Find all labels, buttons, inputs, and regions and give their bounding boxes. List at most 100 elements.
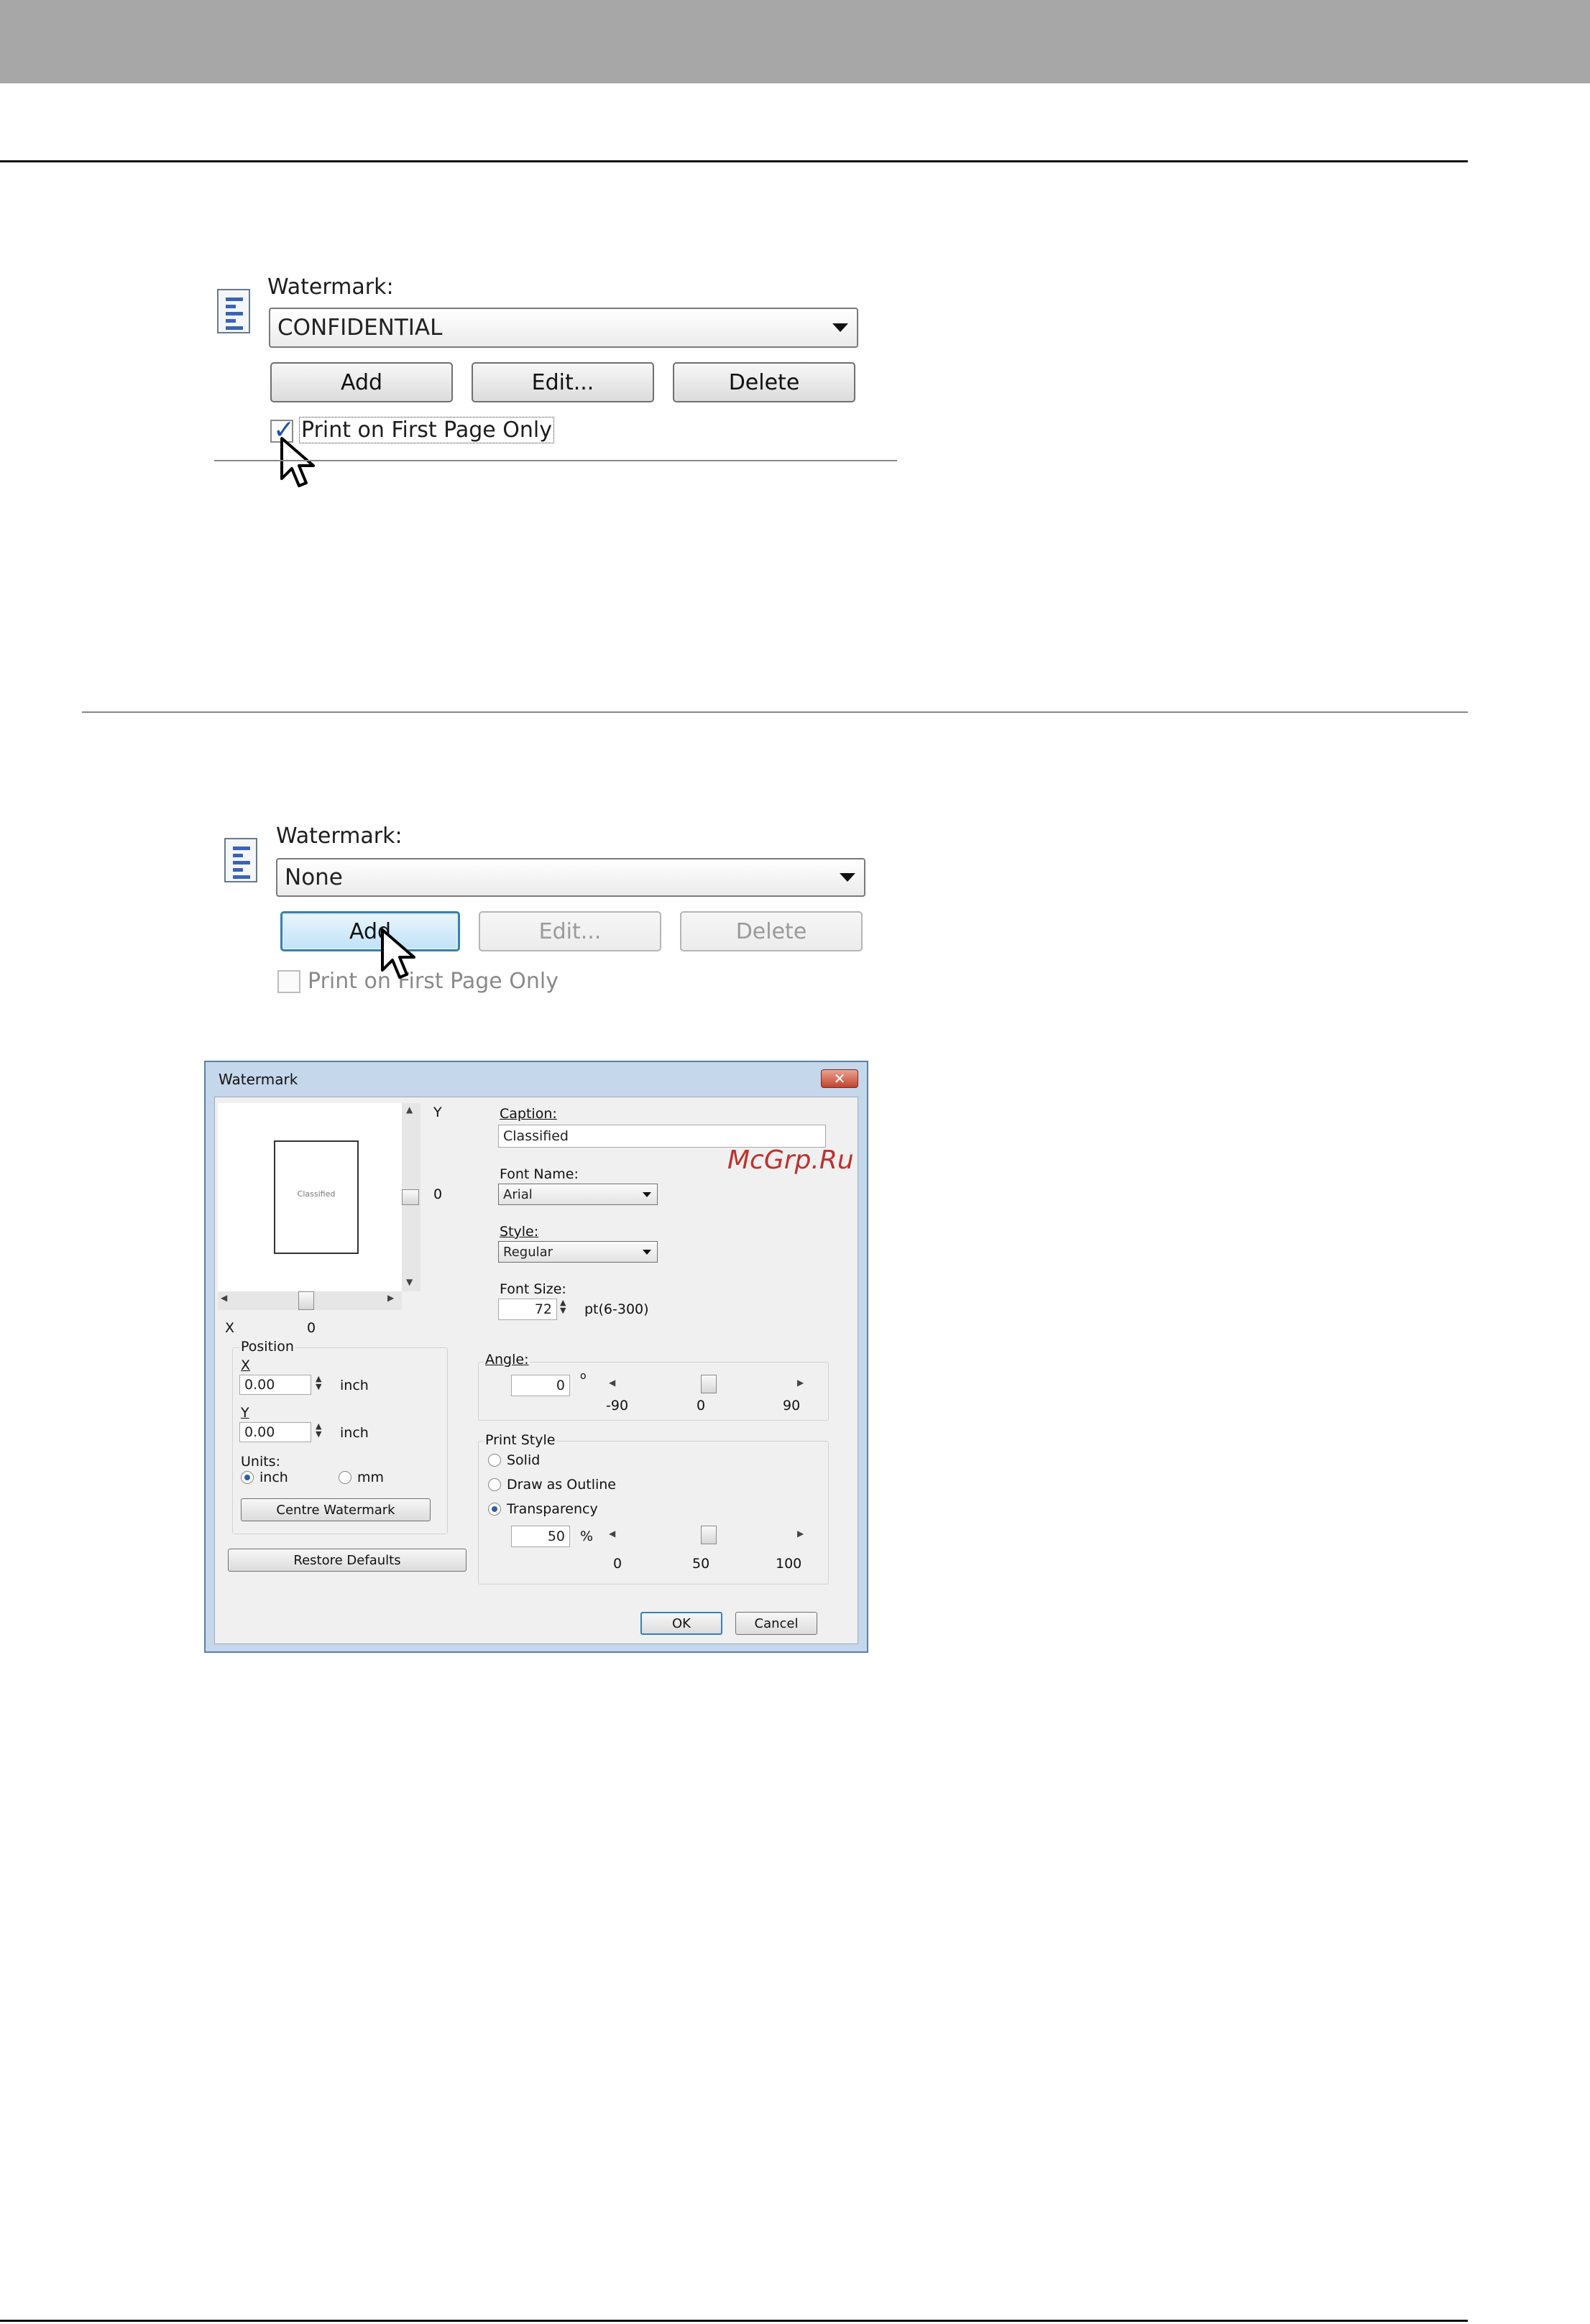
preview-caption: Classified xyxy=(297,1189,336,1199)
panel-1-bottom-rule xyxy=(214,460,897,461)
y-value: 0 xyxy=(433,1186,443,1202)
cancel-button[interactable]: Cancel xyxy=(735,1612,817,1635)
close-button[interactable]: ✕ xyxy=(821,1069,858,1088)
solid-label: Solid xyxy=(507,1452,541,1468)
units-label: Units: xyxy=(241,1454,280,1470)
angle-min-label: -90 xyxy=(606,1398,629,1414)
watermark-panel-2: Watermark: None Add Edit... Delete Print… xyxy=(223,822,913,1009)
centre-watermark-button[interactable]: Centre Watermark xyxy=(241,1498,431,1521)
first-page-checkbox-label[interactable]: Print on First Page Only xyxy=(308,969,559,994)
watermark-select[interactable]: None xyxy=(276,858,865,897)
watermark-select-value: None xyxy=(285,864,343,890)
site-watermark: McGrp.Ru xyxy=(727,1145,854,1175)
transparency-min-label: 0 xyxy=(613,1556,622,1572)
delete-button[interactable]: Delete xyxy=(673,362,855,402)
angle-label: Angle: xyxy=(484,1352,530,1368)
caption-label: Caption: xyxy=(500,1106,557,1122)
position-group-label: Position xyxy=(239,1339,295,1355)
transparency-mid-label: 50 xyxy=(692,1556,710,1572)
arrow-right-icon[interactable]: ▶ xyxy=(797,1378,804,1388)
transparency-slider[interactable]: ◀ ▶ xyxy=(609,1526,807,1546)
chevron-down-icon[interactable] xyxy=(832,323,848,332)
angle-mid-label: 0 xyxy=(697,1398,706,1414)
position-y-unit: inch xyxy=(340,1425,369,1441)
style-label: Style: xyxy=(500,1224,539,1240)
arrow-right-icon[interactable]: ▶ xyxy=(387,1293,394,1303)
percent-symbol: % xyxy=(580,1528,594,1544)
watermark-icon xyxy=(217,289,250,333)
y-slider-thumb[interactable] xyxy=(402,1189,419,1205)
close-icon: ✕ xyxy=(833,1070,846,1087)
arrow-left-icon[interactable]: ◀ xyxy=(221,1293,227,1303)
outline-label: Draw as Outline xyxy=(507,1477,616,1493)
transparency-label: Transparency xyxy=(507,1501,598,1517)
add-button[interactable]: Add xyxy=(280,911,460,951)
header-band xyxy=(0,0,1590,83)
transparency-radio[interactable] xyxy=(488,1503,501,1516)
angle-max-label: 90 xyxy=(783,1398,801,1414)
dialog-title: Watermark xyxy=(219,1071,298,1088)
edit-button[interactable]: Edit... xyxy=(472,362,654,402)
delete-button[interactable]: Delete xyxy=(680,911,863,951)
style-select[interactable]: Regular xyxy=(498,1241,658,1263)
add-button[interactable]: Add xyxy=(270,362,453,402)
font-name-label: Font Name: xyxy=(500,1166,579,1182)
mouse-cursor-icon xyxy=(381,928,415,979)
y-position-slider[interactable]: ▲ ▼ xyxy=(402,1103,421,1291)
position-x-unit: inch xyxy=(340,1378,369,1393)
font-size-input[interactable]: 72 xyxy=(498,1299,557,1320)
caption-input[interactable]: Classified xyxy=(498,1125,826,1148)
font-name-value: Arial xyxy=(503,1186,533,1202)
mouse-cursor-icon xyxy=(280,437,315,487)
first-page-checkbox-label[interactable]: Print on First Page Only xyxy=(299,417,554,443)
angle-slider-thumb[interactable] xyxy=(701,1375,717,1393)
x-position-slider[interactable]: ◀ ▶ xyxy=(218,1291,402,1310)
watermark-icon xyxy=(224,838,257,882)
y-axis-label: Y xyxy=(433,1105,442,1120)
x-axis-label: X xyxy=(225,1320,235,1336)
arrow-left-icon[interactable]: ◀ xyxy=(609,1528,615,1539)
preview-page: Classified xyxy=(274,1140,359,1254)
x-value: 0 xyxy=(307,1320,316,1336)
first-page-checkbox[interactable] xyxy=(277,970,300,993)
chevron-down-icon[interactable] xyxy=(643,1250,651,1255)
section-divider xyxy=(82,711,1468,713)
position-y-input[interactable]: 0.00 xyxy=(239,1422,311,1442)
watermark-select[interactable]: CONFIDENTIAL xyxy=(269,308,858,348)
unit-inch-radio[interactable] xyxy=(241,1471,254,1484)
position-y-label: Y xyxy=(241,1405,249,1421)
outline-radio[interactable] xyxy=(488,1478,501,1491)
ok-button[interactable]: OK xyxy=(640,1612,722,1635)
restore-defaults-button[interactable]: Restore Defaults xyxy=(228,1549,467,1572)
chevron-down-icon[interactable] xyxy=(840,873,855,882)
font-size-label: Font Size: xyxy=(500,1281,566,1297)
transparency-input[interactable]: 50 xyxy=(511,1526,570,1547)
footer-divider xyxy=(0,2320,1468,2322)
watermark-label: Watermark: xyxy=(267,275,394,300)
arrow-left-icon[interactable]: ◀ xyxy=(609,1378,615,1388)
edit-button[interactable]: Edit... xyxy=(479,911,661,951)
font-name-select[interactable]: Arial xyxy=(498,1184,658,1205)
watermark-select-value: CONFIDENTIAL xyxy=(277,315,443,341)
solid-radio[interactable] xyxy=(488,1454,501,1467)
degree-symbol: o xyxy=(580,1370,587,1382)
angle-slider[interactable]: ◀ ▶ xyxy=(609,1375,807,1395)
arrow-down-icon[interactable]: ▼ xyxy=(406,1277,413,1287)
position-y-spinner[interactable]: ▲ ▼ xyxy=(316,1422,321,1438)
position-x-input[interactable]: 0.00 xyxy=(239,1375,311,1395)
position-x-spinner[interactable]: ▲ ▼ xyxy=(316,1375,321,1391)
position-x-label: X xyxy=(241,1357,251,1373)
angle-input[interactable]: 0 xyxy=(511,1375,570,1396)
dialog-body: Classified ▲ ▼ Y 0 ◀ ▶ X 0 Position X 0.… xyxy=(214,1097,858,1644)
watermark-label: Watermark: xyxy=(276,824,403,849)
x-slider-thumb[interactable] xyxy=(298,1291,314,1310)
watermark-panel-1: Watermark: CONFIDENTIAL Add Edit... Dele… xyxy=(216,273,906,489)
transparency-slider-thumb[interactable] xyxy=(701,1526,717,1544)
transparency-max-label: 100 xyxy=(776,1556,802,1572)
chevron-down-icon[interactable] xyxy=(643,1192,651,1197)
unit-inch-label: inch xyxy=(259,1470,288,1485)
arrow-up-icon[interactable]: ▲ xyxy=(406,1105,413,1115)
font-size-spinner[interactable]: ▲ ▼ xyxy=(560,1299,566,1314)
unit-mm-radio[interactable] xyxy=(339,1471,351,1484)
arrow-right-icon[interactable]: ▶ xyxy=(797,1528,804,1539)
